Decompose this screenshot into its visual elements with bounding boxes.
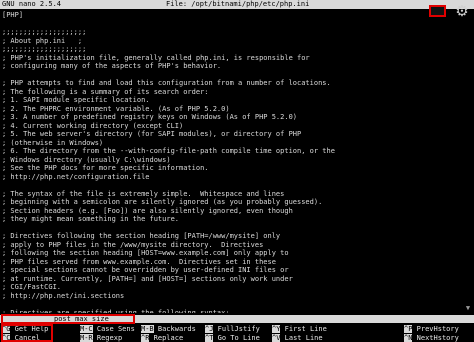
editor-line: ;;;;;;;;;;;;;;;;;;;; xyxy=(2,45,87,53)
editor-line: ; configuring many of the aspects of PHP… xyxy=(2,62,222,70)
shortcut-backwards[interactable]: M-B Backwards xyxy=(141,325,196,333)
search-highlight-box xyxy=(1,314,135,324)
editor-line: ; 6. The directory from the --with-confi… xyxy=(2,147,335,155)
shortcut-label: Backwards xyxy=(153,325,196,333)
shortcut-go-to-line[interactable]: ^T Go To Line xyxy=(205,334,260,342)
shortcut-highlight-box xyxy=(1,324,53,342)
editor-line: ; http://php.net/configuration.file xyxy=(2,172,150,181)
shortcut-key: M-C xyxy=(80,325,93,333)
editor-line: ;;;;;;;;;;;;;;;;;;;; xyxy=(2,28,87,36)
editor-line: ; http://php.net/ini.sections xyxy=(2,291,125,300)
shortcut-label: Replace xyxy=(149,334,184,342)
editor-line: ; The following is a summary of its sear… xyxy=(2,87,209,96)
shortcut-label: FullJstify xyxy=(213,325,260,333)
editor-line: ; beginning with a semicolon are silentl… xyxy=(2,198,323,206)
shortcut-key: M-B xyxy=(141,325,154,333)
shortcut-regexp[interactable]: M-R Regexp xyxy=(80,334,122,342)
shortcut-label: Last Line xyxy=(280,334,323,342)
shortcut-label: NextHstory xyxy=(412,334,459,342)
editor-line: ; Directives following the section headi… xyxy=(2,232,281,240)
scroll-down-icon[interactable]: ▼ xyxy=(464,304,472,312)
shortcut-replace[interactable]: ^R Replace xyxy=(141,334,183,342)
shortcut-label: First Line xyxy=(280,325,327,333)
editor-line: [PHP] xyxy=(2,11,24,19)
shortcut-fulljstify[interactable]: ^J FullJstify xyxy=(205,325,260,333)
editor-line: ; 2. The PHPRC environment variable. (As… xyxy=(2,104,230,113)
shortcut-prevhstory[interactable]: ^P PrevHstory xyxy=(404,325,459,333)
shortcut-label: Case Sens xyxy=(92,325,135,333)
editor-line: ; Windows directory (usually C:\windows) xyxy=(2,155,171,164)
editor-line: ; The syntax of the file is extremely si… xyxy=(2,189,285,198)
editor-line: ; 3. A number of predefined registry key… xyxy=(2,113,298,121)
shortcut-first-line[interactable]: ^Y First Line xyxy=(272,325,327,333)
shortcut-case-sens[interactable]: M-C Case Sens xyxy=(80,325,135,333)
nano-title-bar: GNU nano 2.5.4 File: /opt/bitnami/php/et… xyxy=(0,0,474,9)
shortcut-label: Regexp xyxy=(92,334,123,342)
editor-line: ; they might mean something in the futur… xyxy=(2,215,180,223)
editor-line: ; following the section heading [HOST=ww… xyxy=(2,249,289,257)
editor-line: ; special sections cannot be overridden … xyxy=(2,266,289,274)
editor-line: ; CGI/FastCGI. xyxy=(2,283,62,291)
editor-line: ; Section headers (e.g. [Foo]) are also … xyxy=(2,206,293,215)
editor-line: ; PHP's initialization file, generally c… xyxy=(2,53,310,62)
shortcut-label: PrevHstory xyxy=(412,325,459,333)
editor-line: ; apply to PHP files in the /www/mysite … xyxy=(2,240,264,249)
editor-line: ; PHP files served from www.example.com.… xyxy=(2,257,276,266)
editor-line: ; About php.ini ; xyxy=(2,36,83,45)
editor-line: ; 4. Current working directory (except C… xyxy=(2,121,184,130)
editor-line: ; PHP attempts to find and load this con… xyxy=(2,79,331,87)
shortcut-key: M-R xyxy=(80,334,93,342)
editor-line: ; at runtime. Currently, [PATH=] and [HO… xyxy=(2,274,293,283)
shortcut-nexthstory[interactable]: ^N NextHstory xyxy=(404,334,459,342)
shortcut-bar: ^G Get Help M-C Case Sens M-B Backwards ^J … xyxy=(0,325,474,342)
editor-text-area[interactable]: [PHP];;;;;;;;;;;;;;;;;;;;; About php.ini… xyxy=(2,11,472,313)
editor-line: ; Directives are specified using the fol… xyxy=(2,308,230,314)
editor-line: ; 5. The web server's directory (for SAP… xyxy=(2,130,302,138)
editor-line: ; See the PHP docs for more specific inf… xyxy=(2,164,209,172)
shortcut-last-line[interactable]: ^V Last Line xyxy=(272,334,323,342)
app-version: GNU nano 2.5.4 xyxy=(2,0,62,8)
file-path: File: /opt/bitnami/php/etc/php.ini xyxy=(166,0,310,8)
shortcut-label: Go To Line xyxy=(213,334,260,342)
editor-line: ; 1. SAPI module specific location. xyxy=(2,96,150,104)
editor-line: ; (otherwise in Windows) xyxy=(2,138,104,147)
